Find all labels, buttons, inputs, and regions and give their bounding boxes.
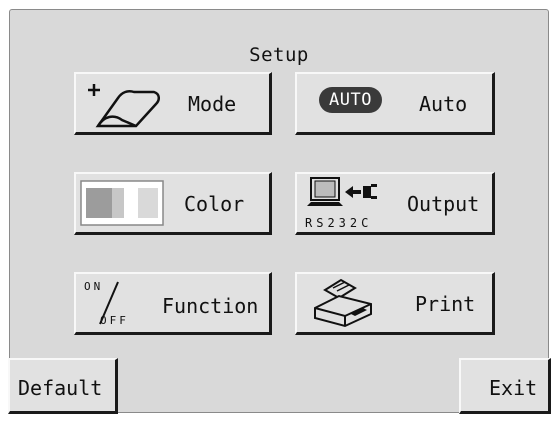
color-swatch-icon (80, 180, 164, 226)
exit-label: Exit (489, 376, 538, 400)
off-text: OFF (100, 314, 129, 327)
output-button[interactable]: RS232C Output (295, 172, 495, 235)
auto-button[interactable]: AUTO Auto (295, 72, 495, 135)
exit-button[interactable]: Exit (459, 358, 551, 414)
output-label: Output (407, 192, 480, 216)
on-off-switch-icon: ON OFF (80, 278, 146, 330)
print-label: Print (415, 292, 476, 316)
panel-title: Setup (249, 44, 309, 66)
printer-icon (314, 278, 372, 328)
auto-badge: AUTO (319, 87, 382, 113)
mode-label: Mode (188, 92, 237, 116)
mode-button[interactable]: Mode (74, 72, 272, 135)
color-button[interactable]: Color (74, 172, 272, 235)
auto-label: Auto (419, 92, 468, 116)
default-label: Default (18, 376, 103, 400)
default-button[interactable]: Default (8, 358, 118, 414)
pen-stroke-plus-icon (88, 84, 160, 128)
function-button[interactable]: ON OFF Function (74, 272, 272, 335)
color-label: Color (184, 192, 245, 216)
output-port-label: RS232C (305, 216, 373, 230)
print-button[interactable]: Print (295, 272, 495, 335)
function-label: Function (162, 294, 259, 318)
computer-output-icon (307, 177, 377, 206)
